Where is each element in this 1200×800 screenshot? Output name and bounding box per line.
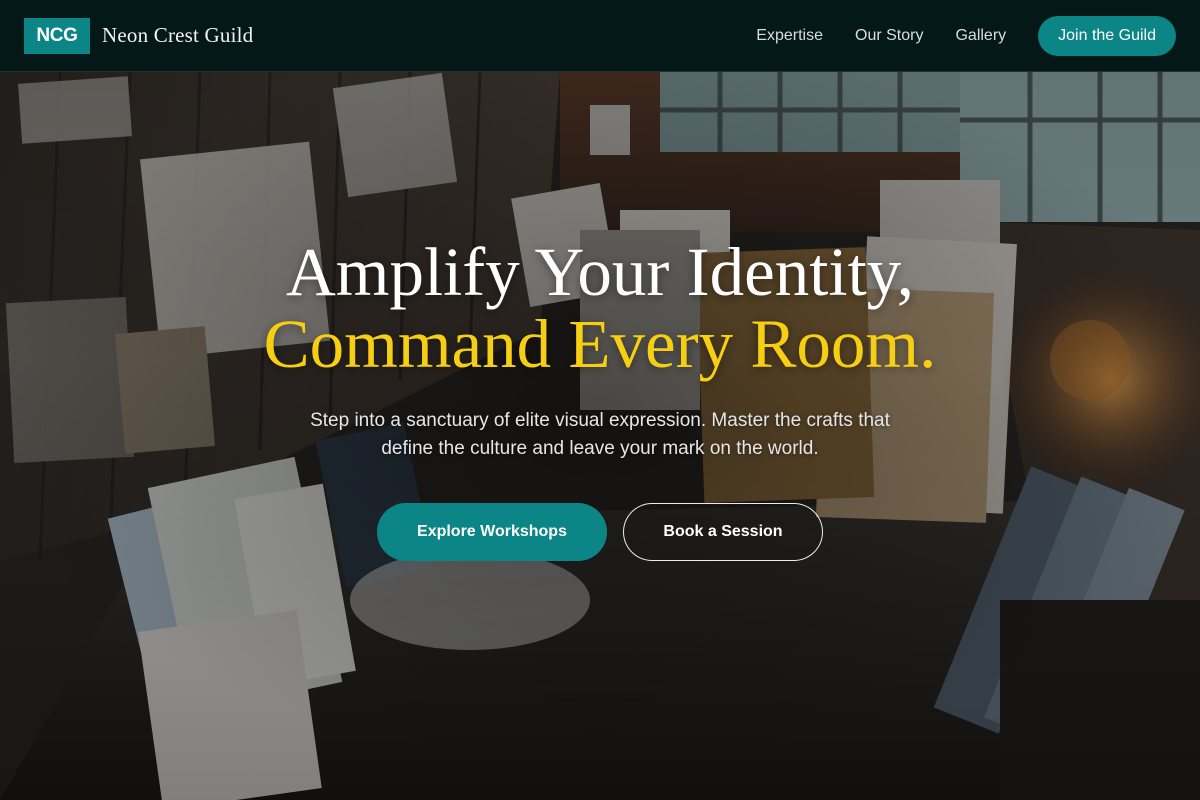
landing-page: NCG Neon Crest Guild Expertise Our Story… bbox=[0, 0, 1200, 800]
brand-name: Neon Crest Guild bbox=[102, 23, 254, 47]
logo-badge: NCG bbox=[24, 17, 90, 54]
book-session-button[interactable]: Book a Session bbox=[623, 503, 823, 561]
main-nav: Expertise Our Story Gallery Join the Gui… bbox=[724, 15, 1176, 56]
nav-link-gallery[interactable]: Gallery bbox=[955, 27, 1006, 45]
nav-link-our-story[interactable]: Our Story bbox=[855, 27, 923, 45]
hero-section: Amplify Your Identity, Command Every Roo… bbox=[0, 0, 1200, 800]
hero-title: Amplify Your Identity, Command Every Roo… bbox=[0, 236, 1200, 380]
hero-subtitle-line-1: Step into a sanctuary of elite visual ex… bbox=[310, 410, 890, 431]
site-header: NCG Neon Crest Guild Expertise Our Story… bbox=[0, 0, 1200, 72]
hero-subtitle: Step into a sanctuary of elite visual ex… bbox=[250, 407, 950, 463]
explore-workshops-button[interactable]: Explore Workshops bbox=[377, 503, 607, 561]
hero-title-line-2: Command Every Room. bbox=[263, 306, 937, 382]
brand-logo[interactable]: NCG Neon Crest Guild bbox=[24, 17, 254, 54]
nav-link-expertise[interactable]: Expertise bbox=[756, 27, 823, 45]
join-guild-button[interactable]: Join the Guild bbox=[1038, 15, 1176, 56]
hero-subtitle-line-2: define the culture and leave your mark o… bbox=[381, 438, 819, 459]
hero-title-line-1: Amplify Your Identity, bbox=[285, 234, 915, 310]
